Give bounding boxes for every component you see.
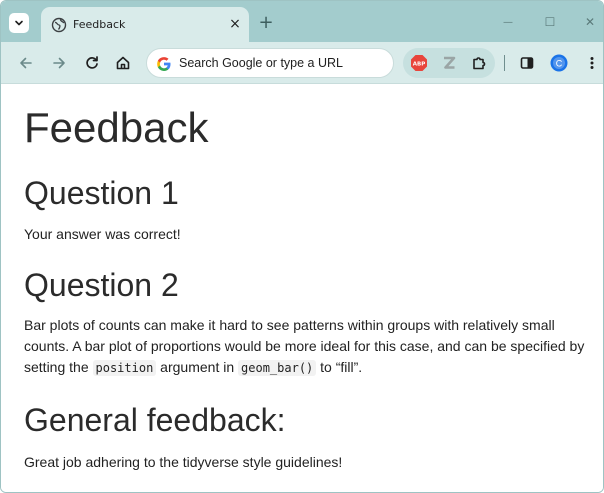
side-panel-button[interactable]	[516, 52, 538, 74]
profile-initial: C	[556, 58, 563, 68]
browser-window: Feedback × + — ☐ ✕ Search Google or type…	[0, 0, 604, 493]
feedback-text: argument in	[156, 359, 239, 375]
tab-close-button[interactable]: ×	[227, 16, 243, 32]
question-2-heading: Question 2	[24, 267, 179, 303]
browser-toolbar: ABP C	[1, 42, 603, 84]
puzzle-icon	[473, 57, 486, 70]
back-arrow-icon	[20, 57, 32, 69]
reload-icon	[86, 56, 98, 69]
globe-icon	[51, 17, 67, 33]
new-tab-button[interactable]: +	[257, 11, 275, 33]
svg-text:ABP: ABP	[413, 62, 425, 68]
menu-button[interactable]	[581, 52, 603, 74]
adblock-button[interactable]: ABP	[408, 52, 430, 74]
address-bar[interactable]	[146, 48, 394, 78]
code-geom-bar: geom_bar()	[238, 360, 317, 376]
tab-title: Feedback	[73, 18, 126, 31]
forward-button[interactable]	[48, 52, 70, 74]
forward-arrow-icon	[53, 57, 65, 69]
zotero-button[interactable]	[438, 52, 460, 74]
page-content: Feedback Question 1 Your answer was corr…	[1, 85, 603, 492]
code-position: position	[92, 360, 157, 376]
feedback-text: to “fill”.	[316, 359, 363, 375]
toolbar-separator	[504, 55, 505, 71]
minimize-icon: —	[503, 16, 513, 28]
page-title: Feedback	[24, 104, 209, 151]
chevron-down-icon	[15, 20, 23, 26]
adblock-plus-icon: ABP	[411, 55, 427, 71]
more-vert-icon	[590, 57, 594, 69]
tab-search-button[interactable]	[9, 13, 29, 33]
zotero-icon	[444, 56, 456, 69]
extensions-button[interactable]	[468, 52, 490, 74]
tab-feedback[interactable]: Feedback ×	[41, 7, 249, 42]
maximize-icon: ☐	[544, 15, 556, 29]
question-1-feedback: Your answer was correct!	[24, 226, 181, 242]
omnibox-input[interactable]	[179, 54, 387, 72]
reload-button[interactable]	[81, 52, 103, 74]
google-g-icon	[157, 57, 171, 71]
avatar: C	[550, 54, 568, 72]
question-2-feedback: Bar plots of counts can make it hard to …	[24, 315, 589, 379]
extensions-area: ABP	[403, 48, 495, 78]
general-feedback-text: Great job adhering to the tidyverse styl…	[24, 454, 343, 470]
question-1-heading: Question 1	[24, 175, 179, 211]
side-panel-icon	[520, 57, 534, 69]
plus-icon: +	[258, 11, 274, 33]
tab-strip: Feedback × + — ☐ ✕	[1, 1, 603, 42]
general-feedback-heading: General feedback:	[24, 402, 286, 438]
close-window-icon: ✕	[584, 15, 596, 29]
back-button[interactable]	[15, 52, 37, 74]
home-button[interactable]	[112, 52, 134, 74]
close-icon: ×	[229, 16, 241, 32]
profile-button[interactable]: C	[548, 52, 570, 74]
home-icon	[116, 56, 130, 70]
maximize-button[interactable]: ☐	[541, 13, 559, 31]
minimize-button[interactable]: —	[499, 13, 517, 31]
close-window-button[interactable]: ✕	[581, 13, 599, 31]
